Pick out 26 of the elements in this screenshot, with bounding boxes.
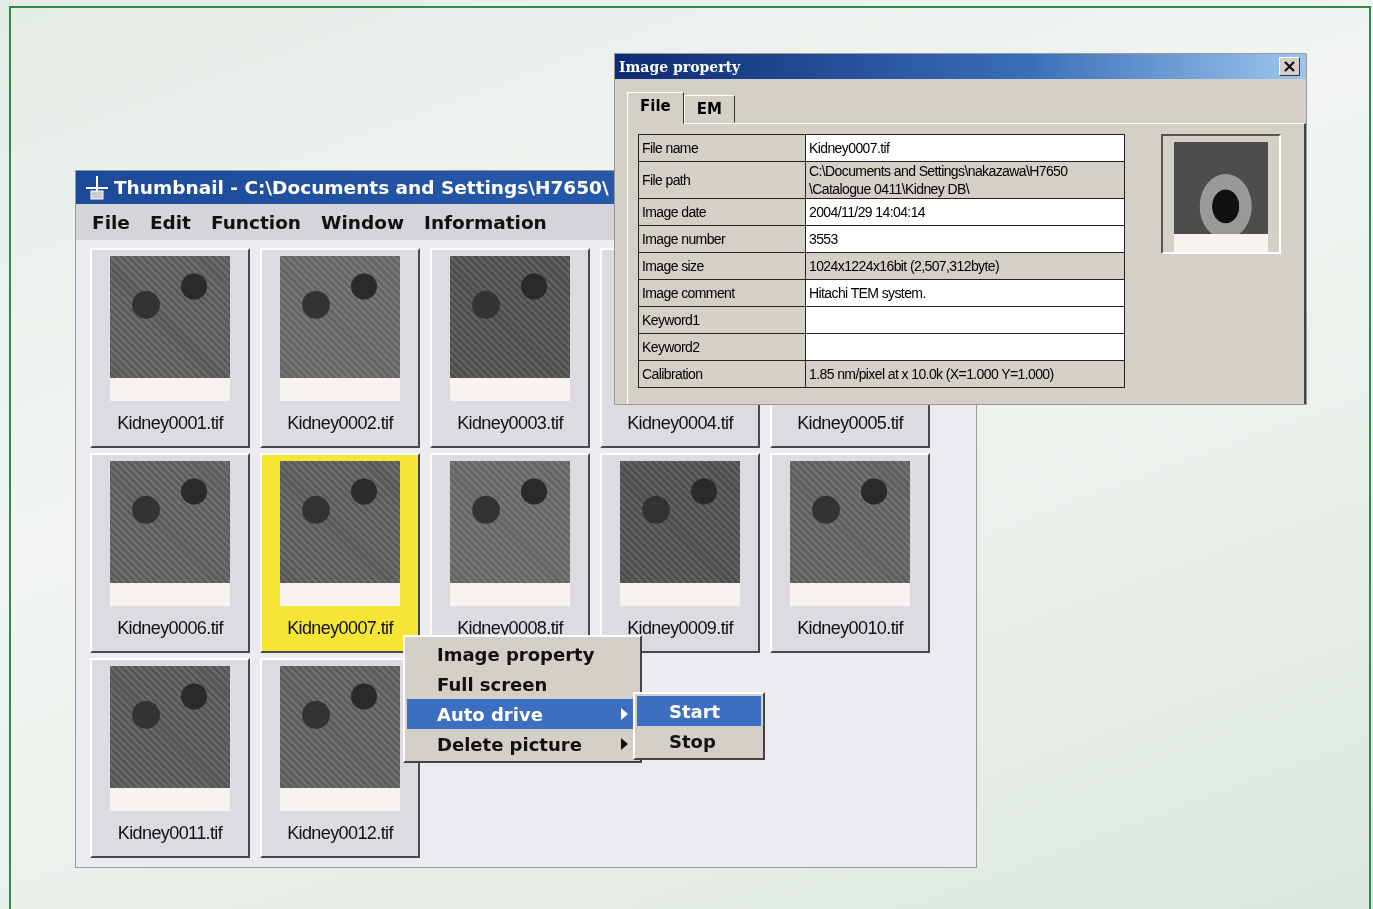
property-label: Image comment [639,280,805,306]
property-label: Calibration [639,361,805,387]
thumbnail-label: Kidney0001.tif [117,413,223,434]
thumbnail-label: Kidney0008.tif [457,618,563,639]
property-value: 1024x1224x16bit (2,507,312byte) [806,253,1124,279]
property-label: File name [639,135,805,161]
thumbnail-label: Kidney0007.tif [287,618,393,639]
window-title: Image property [619,58,741,75]
property-label: Image date [639,199,805,225]
thumbnail-label: Kidney0009.tif [627,618,733,639]
thumbnail-label: Kidney0002.tif [287,413,393,434]
thumbnail-label: Kidney0010.tif [797,618,903,639]
property-value: C:\Documents and Settings\nakazawa\H7650 \Catalogue 0411\Kidney DB\ [806,162,1124,198]
thumbnail-label: Kidney0011.tif [117,823,223,844]
thumbnail-label: Kidney0012.tif [287,823,393,844]
property-label: Keyword1 [639,307,805,333]
property-label: Keyword2 [639,334,805,360]
property-label: Image size [639,253,805,279]
thumbnail-label: Kidney0003.tif [457,413,563,434]
window-title: Thumbnail - C:\Documents and Settings\H7650\ [114,177,609,198]
property-label: Image number [639,226,805,252]
thumbnail-label: Kidney0005.tif [797,413,903,434]
thumbnail-label: Kidney0006.tif [117,618,223,639]
property-value: 1.85 nm/pixel at x 10.0k (X=1.000 Y=1.000) [806,361,1124,387]
property-label: File path [639,162,805,198]
thumbnail-label: Kidney0004.tif [627,413,733,434]
